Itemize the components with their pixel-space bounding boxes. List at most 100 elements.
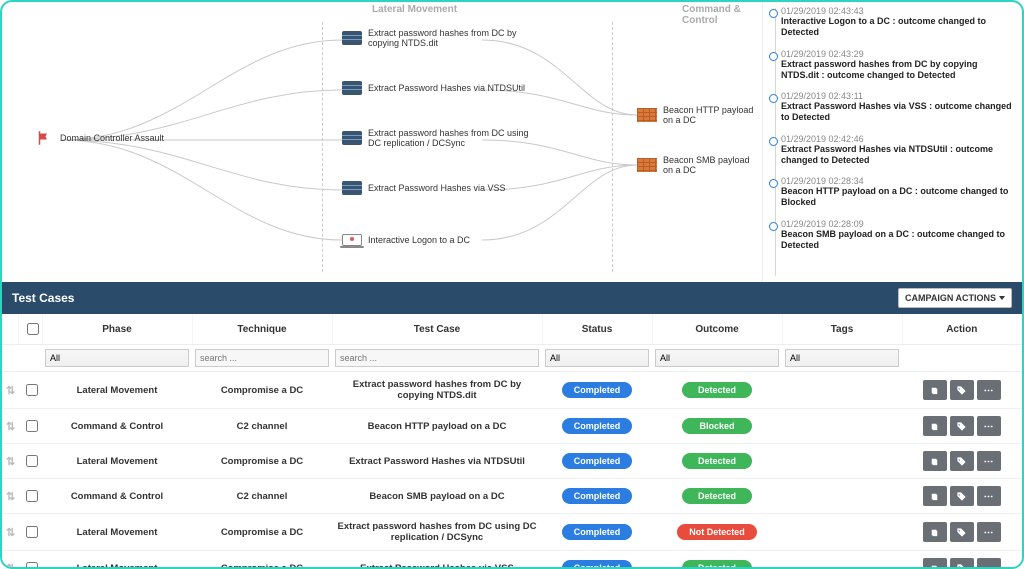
table-row: ⇅ Lateral Movement Compromise a DC Extra… bbox=[2, 514, 1022, 551]
timeline-item[interactable]: 01/29/2019 02:43:43 Interactive Logon to… bbox=[781, 6, 1012, 39]
chevron-down-icon bbox=[999, 296, 1005, 300]
drag-handle-icon[interactable]: ⇅ bbox=[6, 527, 15, 539]
timeline-time: 01/29/2019 02:43:11 bbox=[781, 91, 1012, 101]
outcome-badge: Not Detected bbox=[677, 524, 757, 540]
tag-button[interactable] bbox=[950, 380, 974, 400]
status-badge: Completed bbox=[562, 560, 633, 569]
firewall-icon bbox=[637, 157, 657, 173]
row-checkbox[interactable] bbox=[26, 420, 38, 432]
select-all-checkbox[interactable] bbox=[27, 323, 39, 335]
drag-handle-icon[interactable]: ⇅ bbox=[6, 491, 15, 503]
copy-button[interactable] bbox=[923, 522, 947, 542]
timeline-text: Extract Password Hashes via VSS : outcom… bbox=[781, 101, 1012, 124]
drag-handle-icon[interactable]: ⇅ bbox=[6, 421, 15, 433]
more-button[interactable] bbox=[977, 451, 1001, 471]
cell-phase: Lateral Movement bbox=[42, 551, 192, 569]
outcome-badge: Blocked bbox=[682, 418, 752, 434]
outcome-badge: Detected bbox=[682, 488, 752, 504]
tag-button[interactable] bbox=[950, 522, 974, 542]
server-icon bbox=[342, 130, 362, 146]
copy-button[interactable] bbox=[923, 558, 947, 569]
col-tags[interactable]: Tags bbox=[782, 314, 902, 345]
cell-tags bbox=[782, 409, 902, 444]
firewall-icon bbox=[637, 107, 657, 123]
timeline-item[interactable]: 01/29/2019 02:43:29 Extract password has… bbox=[781, 49, 1012, 82]
server-icon bbox=[342, 30, 362, 46]
test-cases-bar: Test Cases CAMPAIGN ACTIONS bbox=[2, 282, 1022, 314]
graph-lateral-node[interactable]: Interactive Logon to a DC bbox=[342, 232, 470, 248]
row-checkbox[interactable] bbox=[26, 384, 38, 396]
tags-filter[interactable]: All bbox=[785, 349, 899, 367]
cell-phase: Lateral Movement bbox=[42, 514, 192, 551]
graph-node-label: Interactive Logon to a DC bbox=[368, 235, 470, 245]
status-badge: Completed bbox=[562, 524, 633, 540]
graph-node-label: Extract Password Hashes via NTDSUtil bbox=[368, 83, 525, 93]
tag-button[interactable] bbox=[950, 451, 974, 471]
graph-command-node[interactable]: Beacon HTTP payload on a DC bbox=[637, 105, 762, 126]
outcome-badge: Detected bbox=[682, 382, 752, 398]
timeline-item[interactable]: 01/29/2019 02:28:09 Beacon SMB payload o… bbox=[781, 219, 1012, 252]
cell-phase: Lateral Movement bbox=[42, 444, 192, 479]
copy-button[interactable] bbox=[923, 486, 947, 506]
table-row: ⇅ Command & Control C2 channel Beacon SM… bbox=[2, 479, 1022, 514]
more-button[interactable] bbox=[977, 522, 1001, 542]
drag-handle-icon[interactable]: ⇅ bbox=[6, 563, 15, 569]
drag-handle-icon[interactable]: ⇅ bbox=[6, 385, 15, 397]
table-row: ⇅ Lateral Movement Compromise a DC Extra… bbox=[2, 372, 1022, 409]
status-filter[interactable]: All bbox=[545, 349, 649, 367]
campaign-actions-button[interactable]: CAMPAIGN ACTIONS bbox=[898, 288, 1012, 308]
graph-node-label: Extract Password Hashes via VSS bbox=[368, 183, 506, 193]
row-checkbox[interactable] bbox=[26, 455, 38, 467]
graph-node-label: Extract password hashes from DC using DC… bbox=[368, 128, 532, 149]
cell-phase: Command & Control bbox=[42, 409, 192, 444]
tag-button[interactable] bbox=[950, 486, 974, 506]
cell-technique: C2 channel bbox=[192, 409, 332, 444]
graph-root-node[interactable]: Domain Controller Assault bbox=[34, 130, 164, 146]
row-checkbox[interactable] bbox=[26, 490, 38, 502]
cell-technique: Compromise a DC bbox=[192, 372, 332, 409]
server-icon bbox=[342, 80, 362, 96]
phase-filter[interactable]: All bbox=[45, 349, 189, 367]
more-button[interactable] bbox=[977, 558, 1001, 569]
outcome-filter[interactable]: All bbox=[655, 349, 779, 367]
graph-lateral-node[interactable]: Extract Password Hashes via VSS bbox=[342, 180, 506, 196]
timeline-item[interactable]: 01/29/2019 02:42:46 Extract Password Has… bbox=[781, 134, 1012, 167]
event-timeline[interactable]: 01/29/2019 02:43:43 Interactive Logon to… bbox=[762, 2, 1022, 282]
technique-filter[interactable] bbox=[195, 349, 329, 367]
drag-handle-icon[interactable]: ⇅ bbox=[6, 456, 15, 468]
col-technique[interactable]: Technique bbox=[192, 314, 332, 345]
timeline-item[interactable]: 01/29/2019 02:43:11 Extract Password Has… bbox=[781, 91, 1012, 124]
outcome-badge: Detected bbox=[682, 560, 752, 569]
copy-button[interactable] bbox=[923, 416, 947, 436]
row-checkbox[interactable] bbox=[26, 526, 38, 538]
cell-tags bbox=[782, 444, 902, 479]
testcase-filter[interactable] bbox=[335, 349, 539, 367]
cell-tags bbox=[782, 514, 902, 551]
cell-technique: Compromise a DC bbox=[192, 444, 332, 479]
cell-technique: Compromise a DC bbox=[192, 514, 332, 551]
graph-lateral-node[interactable]: Extract password hashes from DC by copyi… bbox=[342, 28, 532, 49]
graph-command-node[interactable]: Beacon SMB payload on a DC bbox=[637, 155, 762, 176]
timeline-time: 01/29/2019 02:43:43 bbox=[781, 6, 1012, 16]
col-phase[interactable]: Phase bbox=[42, 314, 192, 345]
col-testcase[interactable]: Test Case bbox=[332, 314, 542, 345]
more-button[interactable] bbox=[977, 380, 1001, 400]
graph-lateral-node[interactable]: Extract Password Hashes via NTDSUtil bbox=[342, 80, 525, 96]
cell-testcase: Extract password hashes from DC by copyi… bbox=[332, 372, 542, 409]
server-icon bbox=[342, 180, 362, 196]
copy-button[interactable] bbox=[923, 380, 947, 400]
tag-button[interactable] bbox=[950, 416, 974, 436]
timeline-text: Extract password hashes from DC by copyi… bbox=[781, 59, 1012, 82]
table-row: ⇅ Lateral Movement Compromise a DC Extra… bbox=[2, 444, 1022, 479]
graph-lateral-node[interactable]: Extract password hashes from DC using DC… bbox=[342, 128, 532, 149]
col-status[interactable]: Status bbox=[542, 314, 652, 345]
col-outcome[interactable]: Outcome bbox=[652, 314, 782, 345]
more-button[interactable] bbox=[977, 416, 1001, 436]
copy-button[interactable] bbox=[923, 451, 947, 471]
row-checkbox[interactable] bbox=[26, 562, 38, 569]
timeline-item[interactable]: 01/29/2019 02:28:34 Beacon HTTP payload … bbox=[781, 176, 1012, 209]
more-button[interactable] bbox=[977, 486, 1001, 506]
campaign-actions-label: CAMPAIGN ACTIONS bbox=[905, 293, 996, 303]
tag-button[interactable] bbox=[950, 558, 974, 569]
table-row: ⇅ Command & Control C2 channel Beacon HT… bbox=[2, 409, 1022, 444]
